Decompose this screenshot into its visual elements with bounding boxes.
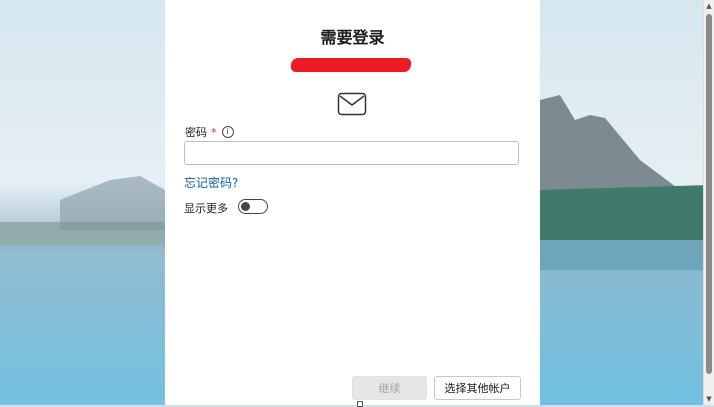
password-label-row: 密码 * i <box>185 124 234 140</box>
choose-other-account-button[interactable]: 选择其他帐户 <box>434 376 521 400</box>
redacted-account-name <box>290 58 412 72</box>
continue-button[interactable]: 继续 <box>352 376 427 400</box>
dialog-title: 需要登录 <box>320 28 385 47</box>
scroll-thumb[interactable] <box>706 14 712 374</box>
info-icon[interactable]: i <box>221 126 234 138</box>
password-label: 密码 <box>185 126 207 139</box>
sign-in-dialog: 需要登录 密码 * i 忘记密码? 显示更多 继续 选择其他帐户 <box>165 0 540 407</box>
scroll-down-arrow-icon[interactable]: ▼ <box>705 395 713 403</box>
scroll-up-arrow-icon[interactable]: ▲ <box>705 2 713 10</box>
resize-handle[interactable] <box>357 401 363 407</box>
mail-icon <box>337 92 367 116</box>
forgot-password-link[interactable]: 忘记密码? <box>184 174 238 191</box>
toggle-knob <box>241 202 250 211</box>
password-input[interactable] <box>184 141 519 165</box>
required-marker: * <box>211 125 217 139</box>
show-more-toggle[interactable] <box>238 199 268 214</box>
show-more-label: 显示更多 <box>184 202 228 215</box>
vertical-scrollbar[interactable]: ▲ ▼ <box>703 0 714 405</box>
